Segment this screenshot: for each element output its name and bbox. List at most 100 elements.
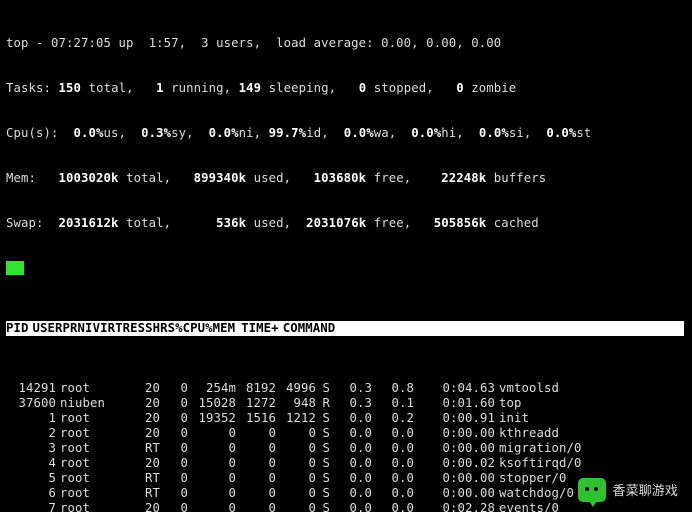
cell-cpu: 0.0 <box>330 471 372 486</box>
cell-cmd: init <box>495 411 679 426</box>
cell-ni: 0 <box>160 501 188 512</box>
cell-cpu: 0.0 <box>330 411 372 426</box>
cell-s: S <box>316 471 330 486</box>
col-mem: %MEM <box>205 321 235 335</box>
cell-res: 0 <box>236 501 276 512</box>
cell-cmd: vmtoolsd <box>495 381 679 396</box>
cell-pid: 3 <box>6 441 56 456</box>
cell-time: 0:00.00 <box>414 471 495 486</box>
cell-shr: 0 <box>276 456 316 471</box>
cell-cmd: ksoftirqd/0 <box>495 456 679 471</box>
cell-pr: 20 <box>132 381 160 396</box>
cell-cpu: 0.3 <box>330 396 372 411</box>
summary-line-cpu: Cpu(s): 0.0%us, 0.3%sy, 0.0%ni, 99.7%id,… <box>6 126 684 141</box>
col-virt: VIRT <box>93 321 123 335</box>
cell-ni: 0 <box>160 456 188 471</box>
cell-pid: 7 <box>6 501 56 512</box>
cell-time: 0:02.28 <box>414 501 495 512</box>
cell-virt: 254m <box>188 381 236 396</box>
cell-virt: 0 <box>188 471 236 486</box>
cell-user: root <box>56 471 132 486</box>
cell-user: root <box>56 381 132 396</box>
cell-shr: 948 <box>276 396 316 411</box>
cell-shr: 4996 <box>276 381 316 396</box>
cell-ni: 0 <box>160 471 188 486</box>
cell-cmd: kthreadd <box>495 426 679 441</box>
cell-pr: 20 <box>132 396 160 411</box>
col-shr: SHR <box>145 321 168 335</box>
cell-shr: 0 <box>276 486 316 501</box>
col-ni: NI <box>78 321 93 335</box>
cursor-icon <box>6 261 24 275</box>
cell-cpu: 0.0 <box>330 456 372 471</box>
cell-pid: 6 <box>6 486 56 501</box>
cell-cpu: 0.3 <box>330 381 372 396</box>
cell-shr: 0 <box>276 426 316 441</box>
cell-ni: 0 <box>160 486 188 501</box>
cell-pid: 1 <box>6 411 56 426</box>
cell-ni: 0 <box>160 426 188 441</box>
cell-user: root <box>56 411 132 426</box>
cell-user: niuben <box>56 396 132 411</box>
cell-user: root <box>56 501 132 512</box>
cell-time: 0:00.00 <box>414 441 495 456</box>
col-s: S <box>168 321 176 335</box>
cell-shr: 0 <box>276 441 316 456</box>
cell-pid: 4 <box>6 456 56 471</box>
cell-pr: 20 <box>132 501 160 512</box>
summary-line-swap: Swap: 2031612k total, 536k used, 2031076… <box>6 216 684 231</box>
cell-cmd: top <box>495 396 679 411</box>
wechat-icon <box>578 478 606 502</box>
col-user: USER <box>29 321 63 335</box>
cell-time: 0:04.63 <box>414 381 495 396</box>
col-pid: PID <box>6 321 29 335</box>
cell-res: 1272 <box>236 396 276 411</box>
cell-res: 0 <box>236 471 276 486</box>
cell-cmd: events/0 <box>495 501 679 512</box>
cell-shr: 1212 <box>276 411 316 426</box>
process-row: 7root200000S0.00.00:02.28events/0 <box>6 501 684 512</box>
cell-mem: 0.0 <box>372 486 414 501</box>
cell-ni: 0 <box>160 441 188 456</box>
cell-pid: 5 <box>6 471 56 486</box>
cell-shr: 0 <box>276 501 316 512</box>
cursor-line <box>6 261 684 276</box>
cell-virt: 0 <box>188 426 236 441</box>
cell-shr: 0 <box>276 471 316 486</box>
process-row: 1root2001935215161212S0.00.20:00.91init <box>6 411 684 426</box>
cell-time: 0:00.02 <box>414 456 495 471</box>
cell-s: S <box>316 381 330 396</box>
cell-virt: 0 <box>188 441 236 456</box>
terminal-screen[interactable]: top - 07:27:05 up 1:57, 3 users, load av… <box>0 0 692 512</box>
cell-ni: 0 <box>160 381 188 396</box>
cell-s: S <box>316 456 330 471</box>
cell-mem: 0.8 <box>372 381 414 396</box>
cell-pid: 37600 <box>6 396 56 411</box>
cell-virt: 0 <box>188 501 236 512</box>
cell-s: S <box>316 486 330 501</box>
cell-res: 0 <box>236 426 276 441</box>
col-pr: PR <box>63 321 78 335</box>
cell-user: root <box>56 426 132 441</box>
cell-user: root <box>56 486 132 501</box>
cell-res: 8192 <box>236 381 276 396</box>
cell-res: 0 <box>236 486 276 501</box>
cell-res: 1516 <box>236 411 276 426</box>
cell-s: S <box>316 441 330 456</box>
cell-s: S <box>316 426 330 441</box>
col-time: TIME+ <box>235 321 279 335</box>
cell-mem: 0.0 <box>372 501 414 512</box>
summary-line-tasks: Tasks: 150 total, 1 running, 149 sleepin… <box>6 81 684 96</box>
cell-pr: RT <box>132 486 160 501</box>
cell-time: 0:00.00 <box>414 426 495 441</box>
cell-cpu: 0.0 <box>330 426 372 441</box>
process-table-header: PIDUSERPRNIVIRTRESSHRS%CPU%MEMTIME+COMMA… <box>6 321 684 336</box>
cell-cpu: 0.0 <box>330 486 372 501</box>
cell-time: 0:00.00 <box>414 486 495 501</box>
cell-virt: 15028 <box>188 396 236 411</box>
cell-ni: 0 <box>160 411 188 426</box>
col-cmd: COMMAND <box>279 321 336 335</box>
process-row: 4root200000S0.00.00:00.02ksoftirqd/0 <box>6 456 684 471</box>
cell-time: 0:01.60 <box>414 396 495 411</box>
cell-user: root <box>56 441 132 456</box>
